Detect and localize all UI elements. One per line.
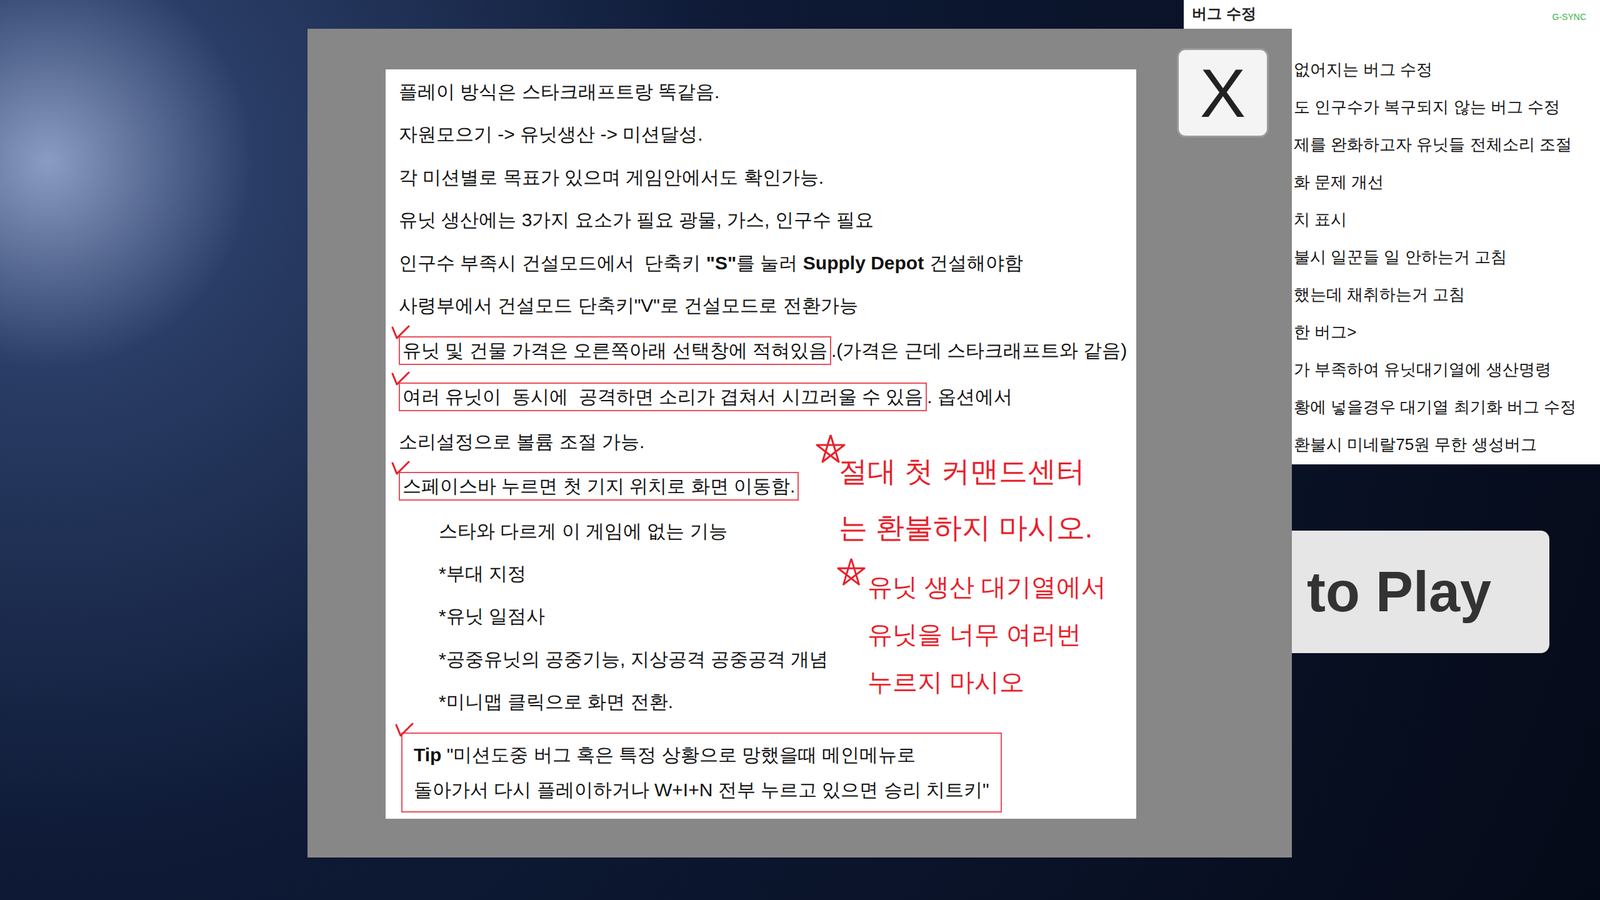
note-line: 유닛 생산 대기열에서 [867,563,1107,611]
help-line: 유닛 생산에는 3가지 요소가 필요 광물, 가스, 인구수 필요 [398,207,1132,233]
help-line: 유닛 및 건물 가격은 오른쪽아래 선택창에 적혀있음.(가격은 근데 스타크래… [398,336,1132,365]
text-segment: 자원모으기 -> 유닛생산 -> 미션달성. [398,121,704,147]
text-segment: Tip [413,744,442,765]
checkmark-icon [395,722,414,738]
handwritten-note: 절대 첫 커맨드센터는 환불하지 마시오. [838,443,1093,556]
checkmark-icon [391,460,410,476]
checkmark-icon [391,325,410,340]
note-line: 는 환불하지 마시오. [838,499,1093,556]
help-line: 자원모으기 -> 유닛생산 -> 미션달성. [398,121,1132,147]
help-document: 플레이 방식은 스타크래프트랑 똑같음. 자원모으기 -> 유닛생산 -> 미션달… [385,69,1137,819]
patch-note-line: 불시 일꾼들 일 안하는거 고침 [1293,238,1600,276]
help-line: 플레이 방식은 스타크래프트랑 똑같음. [398,79,1132,105]
patch-note-line: 없어지는 버그 수정 [1293,50,1600,89]
text-segment: 스타와 다르게 이 게임에 없는 기능 [438,518,728,544]
text-segment: 를 눌러 [736,250,804,276]
close-button[interactable]: X [1176,48,1269,138]
help-line: 소리설정으로 볼륨 조절 가능. [398,429,1132,455]
text-segment: Supply Depot [803,250,924,276]
text-segment: 각 미션별로 목표가 있으며 게임안에서도 확인가능. [398,165,824,190]
patch-note-line: 치 표시 [1293,200,1600,239]
handwritten-note: 유닛 생산 대기열에서유닛을 너무 여러번누르지 마시오 [867,563,1107,706]
text-segment: 돌아가서 다시 플레이하거나 W+I+N 전부 누르고 있으면 승리 치트키" [413,779,990,800]
help-line: 인구수 부족시 건설모드에서 단축키 "S"를 눌러 Supply Depot … [398,250,1132,276]
text-segment: .(가격은 근데 스타크래프트와 같음) [831,338,1127,364]
play-button[interactable]: to Play [1291,530,1550,654]
patch-note-line: 화 문제 개선 [1293,163,1600,201]
patch-note-line: 도 인구수가 복구되지 않는 버그 수정 [1293,88,1600,126]
text-segment: "S" [706,250,737,276]
text-segment: *미니맵 클릭으로 화면 전환. [438,689,674,715]
text-segment: 플레이 방식은 스타크래프트랑 똑같음. [398,79,720,105]
text-segment: *공중유닛의 공중기능, 지상공격 공중공격 개념 [438,646,829,672]
tip-line: 돌아가서 다시 플레이하거나 W+I+N 전부 누르고 있으면 승리 치트키" [413,772,990,808]
game-screen: 버그 수정 G-SYNC 없어지는 버그 수정도 인구수가 복구되지 않는 버그 수… [0,0,1600,900]
star-icon [815,430,847,467]
help-line: 사령부에서 건설모드 단축키"V"로 건설모드로 전환가능 [398,293,1132,319]
text-segment: *부대 지정 [438,561,527,587]
note-line: 누르지 마시오 [867,658,1107,706]
star-icon [836,553,867,591]
patch-note-line: 했는데 채취하는거 고침 [1293,275,1600,314]
patch-notes-title: 버그 수정 [1191,3,1257,24]
help-line: 각 미션별로 목표가 있으며 게임안에서도 확인가능. [398,165,1132,190]
patch-note-line: 가 부족하여 유닛대기열에 생산명령 [1293,350,1600,389]
text-segment: 유닛 생산에는 3가지 요소가 필요 광물, 가스, 인구수 필요 [398,207,874,233]
note-line: 유닛을 너무 여러번 [867,610,1107,659]
boxed-text: 스페이스바 누르면 첫 기지 위치로 화면 이동함. [398,471,799,501]
help-line: *공중유닛의 공중기능, 지상공격 공중공격 개념 [398,646,1132,672]
patch-note-line: 제를 완화하고자 유닛들 전체소리 조절 [1293,125,1600,164]
patch-note-line: 환불시 미네랄75원 무한 생성버그 [1293,425,1600,464]
patch-note-line: 한 버그> [1293,313,1600,351]
gsync-badge: G-SYNC [1552,11,1587,23]
note-line: 절대 첫 커맨드센터 [838,443,1093,500]
text-segment: "미션도중 버그 혹은 특정 상황으로 망했을때 메인메뉴로 [441,744,916,765]
help-line: 여러 유닛이 동시에 공격하면 소리가 겹쳐서 시끄러울 수 있음. 옵션에서 [398,382,1132,412]
text-segment: 소리설정으로 볼륨 조절 가능. [398,429,645,455]
text-segment: . 옵션에서 [926,384,1013,410]
checkmark-icon [391,371,410,387]
text-segment: *유닛 일점사 [438,603,545,629]
tip-box: Tip "미션도중 버그 혹은 특정 상황으로 망했을때 메인메뉴로돌아가서 다… [401,732,1002,813]
text-segment: 건설해야함 [923,250,1023,276]
boxed-text: 여러 유닛이 동시에 공격하면 소리가 겹쳐서 시끄러울 수 있음 [398,382,927,412]
tip-line: Tip "미션도중 버그 혹은 특정 상황으로 망했을때 메인메뉴로 [413,737,990,773]
help-dialog: 플레이 방식은 스타크래프트랑 똑같음. 자원모으기 -> 유닛생산 -> 미션달… [307,28,1292,858]
boxed-text: 유닛 및 건물 가격은 오른쪽아래 선택창에 적혀있음 [398,336,832,365]
text-segment: 인구수 부족시 건설모드에서 단축키 [398,250,707,276]
patch-note-line: 황에 넣을경우 대기열 최기화 버그 수정 [1293,388,1600,426]
text-segment: 사령부에서 건설모드 단축키"V"로 건설모드로 전환가능 [398,293,859,319]
